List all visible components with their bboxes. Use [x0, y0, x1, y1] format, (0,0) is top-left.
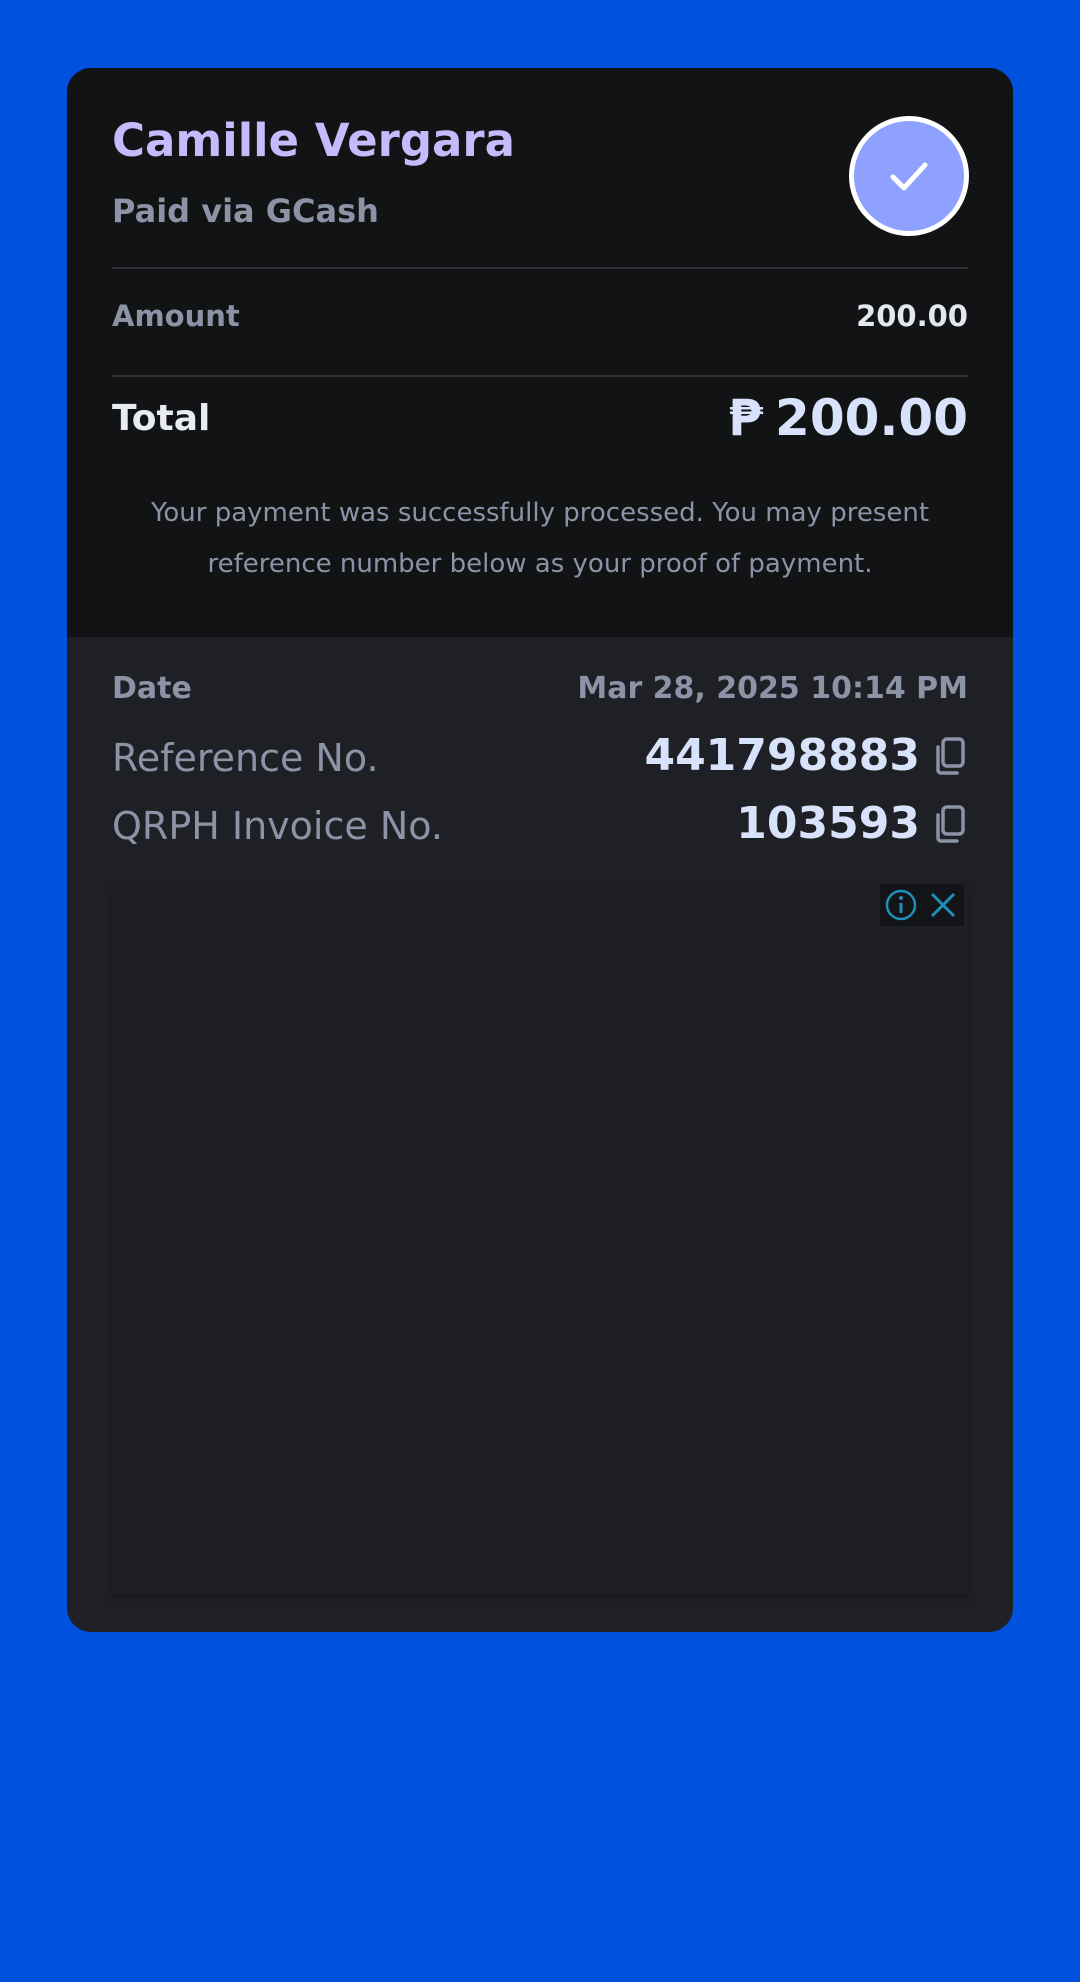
total-value: ₱ 200.00 [728, 388, 968, 448]
date-value: Mar 28, 2025 10:14 PM [577, 671, 968, 706]
ad-banner[interactable] [112, 884, 968, 1594]
reference-number: 441798883 [644, 730, 920, 781]
success-badge [849, 116, 969, 236]
info-icon[interactable] [884, 888, 918, 922]
amount-value: 200.00 [856, 299, 968, 333]
divider [112, 267, 968, 269]
close-icon[interactable] [926, 888, 960, 922]
receipt-card: Camille Vergara Paid via GCash Amount 20… [67, 68, 1013, 1632]
date-label: Date [112, 671, 192, 706]
ad-controls [880, 884, 964, 926]
reference-label: Reference No. [112, 736, 379, 780]
invoice-number: 103593 [736, 798, 920, 849]
receipt-summary: Camille Vergara Paid via GCash Amount 20… [67, 68, 1013, 637]
payment-method: Paid via GCash [112, 192, 379, 230]
invoice-value: 103593 [736, 798, 968, 851]
copy-icon[interactable] [932, 736, 968, 776]
amount-label: Amount [112, 299, 240, 333]
total-label: Total [112, 398, 211, 439]
check-icon [890, 162, 928, 191]
divider [112, 375, 968, 377]
payer-name: Camille Vergara [112, 114, 515, 167]
copy-icon[interactable] [932, 804, 968, 844]
currency-symbol: ₱ [728, 389, 764, 447]
success-message: Your payment was successfully processed.… [150, 498, 930, 579]
reference-value: 441798883 [644, 730, 968, 783]
total-amount: 200.00 [775, 389, 968, 447]
invoice-label: QRPH Invoice No. [112, 804, 443, 848]
